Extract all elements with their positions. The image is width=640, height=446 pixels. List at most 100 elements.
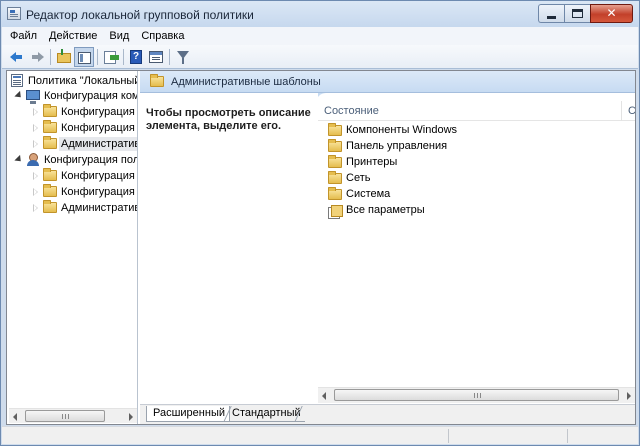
scrollbar-thumb[interactable] (25, 410, 105, 422)
list-item-printers[interactable]: Принтеры (318, 154, 618, 170)
filter-button[interactable] (173, 47, 193, 67)
list-item-label: Панель управления (346, 140, 448, 152)
tree-item-label: Административн (61, 202, 138, 214)
toolbar-separator (169, 49, 170, 65)
list-item-label: Сеть (346, 172, 371, 184)
filter-icon (177, 51, 189, 64)
list-item-label: Компоненты Windows (346, 124, 458, 136)
folder-icon (328, 187, 342, 200)
items-list: Состояние С Компоненты Windows Панель уп… (318, 101, 635, 403)
scroll-left-icon[interactable] (322, 392, 326, 400)
expanded-arrow-icon[interactable] (14, 90, 24, 101)
close-button[interactable]: ✕ (590, 4, 633, 23)
back-arrow-icon (10, 52, 22, 62)
folder-icon (43, 184, 57, 197)
tree-item-user-software-settings[interactable]: Конфигурация п (7, 168, 138, 184)
back-button[interactable] (7, 47, 27, 67)
tree-item-label: Конфигурация W (61, 186, 137, 198)
menu-file[interactable]: Файл (4, 27, 43, 45)
tree-item-user-windows-settings[interactable]: Конфигурация W (7, 184, 137, 200)
status-separator (448, 429, 449, 443)
toolbar: ? (2, 45, 638, 69)
up-one-level-button[interactable] (54, 47, 74, 67)
maximize-icon (572, 9, 583, 18)
tree-item-software-settings[interactable]: Конфигурация п (7, 104, 138, 120)
list-item-label: Принтеры (346, 156, 398, 168)
help-button[interactable]: ? (126, 47, 146, 67)
tree-item-windows-settings[interactable]: Конфигурация W (7, 120, 137, 136)
collapsed-arrow-icon[interactable] (33, 172, 38, 180)
tree-item-admin-templates-computer[interactable]: Административн (7, 136, 137, 152)
export-list-icon (104, 51, 119, 64)
list-item-system[interactable]: Система (318, 186, 618, 202)
folder-icon (43, 136, 57, 149)
show-hide-tree-button[interactable] (74, 47, 94, 67)
collapsed-arrow-icon[interactable] (33, 188, 38, 196)
list-item-all-settings[interactable]: Все параметры (318, 202, 618, 219)
column-comment[interactable]: С (628, 105, 635, 117)
maximize-button[interactable] (564, 4, 590, 23)
close-icon: ✕ (606, 6, 617, 20)
minimize-button[interactable] (538, 4, 564, 23)
list-item-label: Все параметры (346, 204, 425, 216)
export-list-button[interactable] (101, 47, 121, 67)
description-text: Чтобы просмотреть описание элемента, выд… (146, 107, 311, 132)
tree-item-user-config[interactable]: Конфигурация поль (7, 152, 137, 168)
tree-item-label: Политика "Локальный (28, 75, 138, 87)
folder-icon (328, 171, 342, 184)
list-horizontal-scrollbar[interactable] (318, 387, 635, 403)
scroll-left-icon[interactable] (13, 413, 17, 421)
scrollbar-thumb[interactable] (334, 389, 619, 401)
scroll-right-icon[interactable] (129, 413, 133, 421)
collapsed-arrow-icon[interactable] (33, 108, 38, 116)
details-title: Административные шаблоны (171, 76, 321, 88)
folder-icon (328, 123, 342, 136)
tree-item-computer-config[interactable]: Конфигурация комп (7, 88, 138, 104)
caption-buttons: ✕ (538, 4, 633, 23)
list-item-windows-components[interactable]: Компоненты Windows (318, 122, 618, 138)
app-window: Редактор локальной групповой политики ✕ … (0, 0, 640, 446)
folder-icon (43, 120, 57, 133)
minimize-icon (547, 16, 556, 19)
properties-button[interactable] (146, 47, 166, 67)
menu-action[interactable]: Действие (43, 27, 103, 45)
expanded-arrow-icon[interactable] (14, 154, 24, 165)
list-item-control-panel[interactable]: Панель управления (318, 138, 618, 154)
folder-up-icon (57, 49, 71, 63)
tree-item-label: Конфигурация п (61, 106, 138, 118)
description-panel: Чтобы просмотреть описание элемента, выд… (140, 93, 318, 403)
collapsed-arrow-icon[interactable] (33, 140, 38, 148)
list-item-network[interactable]: Сеть (318, 170, 618, 186)
tree-item-root[interactable]: Политика "Локальный (7, 73, 138, 89)
policy-icon (11, 74, 23, 87)
tree-item-label: Административн (59, 137, 137, 151)
status-separator (567, 429, 568, 443)
view-tabs: Расширенный Стандартный (140, 404, 635, 424)
toolbar-separator (97, 49, 98, 65)
list-item-label: Система (346, 188, 391, 200)
menu-help[interactable]: Справка (135, 27, 190, 45)
folder-icon (328, 155, 342, 168)
all-settings-icon (328, 205, 343, 219)
folder-icon (43, 104, 57, 117)
computer-icon (26, 90, 40, 104)
tree-item-label: Конфигурация комп (44, 90, 138, 102)
collapsed-arrow-icon[interactable] (33, 124, 38, 132)
tree-item-admin-templates-user[interactable]: Административн (7, 200, 138, 216)
tree-horizontal-scrollbar[interactable] (9, 408, 137, 423)
tree-item-label: Конфигурация п (61, 170, 138, 182)
title-bar[interactable]: Редактор локальной групповой политики ✕ (1, 1, 639, 27)
folder-icon (150, 74, 164, 87)
scroll-right-icon[interactable] (627, 392, 631, 400)
navigation-tree: Политика "Локальный Конфигурация комп Ко… (7, 71, 138, 424)
column-divider[interactable] (621, 101, 622, 121)
tree-item-label: Конфигурация W (61, 122, 137, 134)
grip-icon (62, 414, 69, 419)
properties-icon (149, 51, 163, 63)
forward-button[interactable] (27, 47, 47, 67)
column-status[interactable]: Состояние (324, 105, 379, 117)
toolbar-separator (123, 49, 124, 65)
menu-view[interactable]: Вид (103, 27, 135, 45)
folder-icon (43, 168, 57, 181)
collapsed-arrow-icon[interactable] (33, 204, 38, 212)
